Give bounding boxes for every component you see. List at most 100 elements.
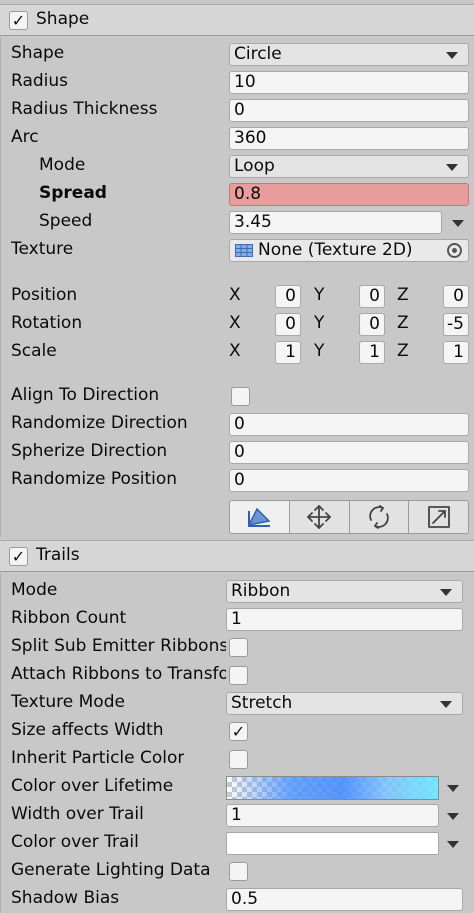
texture-icon [235, 244, 253, 257]
arc-mode-label: Mode [39, 155, 86, 175]
trails-module-header[interactable]: ✓ Trails [0, 540, 474, 572]
arc-speed-label: Speed [39, 211, 93, 231]
position-x-input[interactable]: 0 [275, 285, 301, 308]
position-y-input[interactable]: 0 [359, 285, 385, 308]
rotate-tool-button[interactable] [349, 501, 410, 533]
scale-y-input[interactable]: 1 [359, 341, 385, 364]
randomize-direction-label: Randomize Direction [11, 413, 188, 433]
randomize-position-row: Randomize Position 0 [1, 467, 474, 495]
rotation-z-input[interactable]: -5 [443, 313, 469, 336]
rotation-x-input[interactable]: 0 [275, 313, 301, 336]
rotation-y-input[interactable]: 0 [359, 313, 385, 336]
texture-label: Texture [11, 239, 74, 259]
attach-ribbons-checkbox[interactable] [229, 666, 248, 685]
radius-thickness-row: Radius Thickness 0 [1, 97, 474, 125]
move-icon [307, 505, 332, 529]
size-affects-width-row: Size affects Width ✓ [1, 718, 474, 746]
axis-x-label: X [229, 341, 241, 361]
move-tool-button[interactable] [289, 501, 350, 533]
position-row: Position X 0 Y 0 Z 0 [1, 283, 474, 311]
spherize-direction-input[interactable]: 0 [229, 441, 469, 464]
trails-enabled-checkbox[interactable]: ✓ [9, 547, 28, 566]
split-sub-emitter-checkbox[interactable] [229, 638, 248, 657]
shape-type-row: Shape Circle [1, 41, 474, 69]
color-over-trail-swatch[interactable] [226, 832, 439, 855]
trail-mode-label: Mode [11, 580, 58, 600]
generate-lighting-row: Generate Lighting Data [1, 858, 474, 886]
radius-label: Radius [11, 71, 69, 91]
curve-options-chevron-icon[interactable] [447, 813, 459, 820]
attach-ribbons-row: Attach Ribbons to Transform [1, 662, 474, 690]
ribbon-count-label: Ribbon Count [11, 608, 127, 628]
arc-spread-input[interactable]: 0.8 [229, 183, 469, 206]
scale-tool-button[interactable] [409, 501, 468, 533]
scale-z-input[interactable]: 1 [443, 341, 469, 364]
size-affects-width-checkbox[interactable]: ✓ [229, 722, 248, 741]
generate-lighting-checkbox[interactable] [229, 862, 248, 881]
texture-mode-dropdown[interactable]: Stretch [226, 692, 463, 715]
ribbon-count-row: Ribbon Count 1 [1, 606, 474, 634]
color-over-lifetime-label: Color over Lifetime [11, 776, 174, 796]
curve-options-chevron-icon[interactable] [452, 220, 464, 227]
radius-thickness-label: Radius Thickness [11, 99, 158, 119]
align-direction-row: Align To Direction [1, 383, 474, 411]
inherit-particle-color-label: Inherit Particle Color [11, 748, 185, 768]
shape-type-dropdown[interactable]: Circle [229, 43, 469, 66]
edit-shape-button[interactable] [230, 501, 290, 533]
arc-speed-input[interactable]: 3.45 [229, 211, 442, 234]
arc-mode-dropdown[interactable]: Loop [229, 155, 469, 178]
trail-mode-row: Mode Ribbon [1, 578, 474, 606]
trail-mode-value: Ribbon [231, 581, 291, 601]
trails-module-title: Trails [36, 545, 80, 565]
color-options-chevron-icon[interactable] [447, 841, 459, 848]
radius-thickness-input[interactable]: 0 [229, 99, 469, 122]
shape-enabled-checkbox[interactable]: ✓ [9, 11, 28, 30]
split-sub-emitter-row: Split Sub Emitter Ribbons [1, 634, 474, 662]
attach-ribbons-label: Attach Ribbons to Transform [11, 664, 226, 684]
texture-mode-row: Texture Mode Stretch [1, 690, 474, 718]
edit-shape-icon [248, 507, 271, 527]
texture-object-field[interactable]: None (Texture 2D) [229, 239, 469, 262]
gradient-options-chevron-icon[interactable] [447, 785, 459, 792]
shape-module-body: Shape Circle Radius 10 Radius Thickness … [0, 37, 474, 537]
position-label: Position [11, 285, 78, 305]
size-affects-width-label: Size affects Width [11, 720, 164, 740]
chevron-down-icon [440, 701, 452, 708]
texture-mode-label: Texture Mode [11, 692, 125, 712]
shadow-bias-input[interactable]: 0.5 [226, 888, 463, 911]
shape-type-value: Circle [234, 44, 282, 64]
generate-lighting-label: Generate Lighting Data [11, 860, 211, 880]
rotation-label: Rotation [11, 313, 83, 333]
shape-module-header[interactable]: ✓ Shape [0, 4, 474, 36]
spherize-direction-label: Spherize Direction [11, 441, 168, 461]
shadow-bias-row: Shadow Bias 0.5 [1, 886, 474, 913]
width-over-trail-input[interactable]: 1 [226, 804, 439, 827]
radius-input[interactable]: 10 [229, 71, 469, 94]
arc-input[interactable]: 360 [229, 127, 469, 150]
color-over-trail-label: Color over Trail [11, 832, 139, 852]
scale-x-input[interactable]: 1 [275, 341, 301, 364]
object-picker-icon[interactable] [447, 243, 462, 258]
align-direction-checkbox[interactable] [231, 387, 250, 406]
scale-row: Scale X 1 Y 1 Z 1 [1, 339, 474, 367]
color-over-lifetime-gradient[interactable] [226, 776, 439, 800]
randomize-position-label: Randomize Position [11, 469, 178, 489]
color-over-trail-row: Color over Trail [1, 830, 474, 858]
inherit-particle-color-checkbox[interactable] [229, 750, 248, 769]
position-z-input[interactable]: 0 [443, 285, 469, 308]
randomize-direction-input[interactable]: 0 [229, 413, 469, 436]
scale-icon [427, 506, 450, 528]
axis-y-label: Y [314, 285, 325, 305]
arc-spread-label: Spread [39, 183, 107, 203]
shape-edit-toolbar [229, 500, 469, 534]
axis-y-label: Y [314, 341, 325, 361]
arc-speed-row: Speed 3.45 [1, 209, 474, 237]
inherit-particle-color-row: Inherit Particle Color [1, 746, 474, 774]
ribbon-count-input[interactable]: 1 [226, 608, 463, 631]
chevron-down-icon [440, 589, 452, 596]
trail-mode-dropdown[interactable]: Ribbon [226, 580, 463, 603]
shape-module-title: Shape [36, 9, 90, 29]
randomize-position-input[interactable]: 0 [229, 469, 469, 492]
texture-value: None (Texture 2D) [258, 240, 413, 260]
axis-x-label: X [229, 313, 241, 333]
